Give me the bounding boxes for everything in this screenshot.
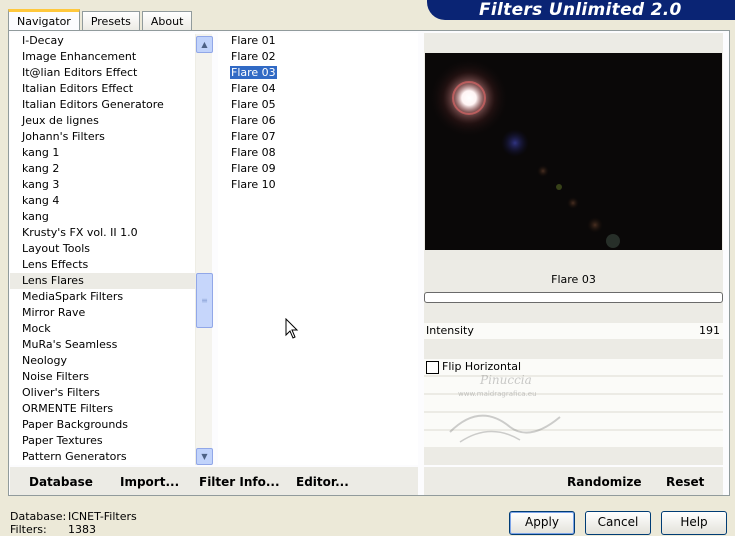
category-item[interactable]: kang 3 [10,177,195,193]
category-item[interactable]: MuRa's Seamless [10,337,195,353]
param-row-empty [424,431,723,447]
category-item[interactable]: kang 2 [10,161,195,177]
category-item[interactable]: Johann's Filters [10,129,195,145]
category-item[interactable]: Lens Flares [10,273,195,289]
filter-item-label: Flare 09 [231,162,276,175]
filter-info-button[interactable]: Filter Info... [199,475,280,489]
intensity-slider[interactable]: Intensity 191 [424,323,723,339]
preview-filter-title: Flare 03 [551,273,596,286]
editor-button[interactable]: Editor... [296,475,349,489]
filter-list[interactable]: Flare 01 Flare 02 Flare 03 Flare 04 Flare 05… [218,33,418,465]
category-list[interactable]: I-Decay Image Enhancement It@lian Editors … [10,33,195,465]
tab-navigator[interactable]: Navigator [8,9,80,31]
filter-item-label: Flare 10 [231,178,276,191]
filter-item[interactable]: Flare 05 [218,97,418,113]
category-item[interactable]: Mirror Rave [10,305,195,321]
preview-progress-bar [424,292,723,303]
category-item[interactable]: Italian Editors Effect [10,81,195,97]
category-item[interactable]: kang 4 [10,193,195,209]
param-row-empty [424,377,723,393]
database-label: Database: [10,510,67,523]
category-item[interactable]: Paper Textures [10,433,195,449]
filter-item-label: Flare 06 [231,114,276,127]
filter-item[interactable]: Flare 08 [218,145,418,161]
category-item[interactable]: Layout Tools [10,241,195,257]
tab-presets[interactable]: Presets [81,11,140,30]
filters-count-value: 1383 [68,523,96,536]
filters-count-label: Filters: [10,523,47,536]
flip-horizontal-row: Flip Horizontal [424,359,723,375]
filter-item[interactable]: Flare 04 [218,81,418,97]
apply-button[interactable]: Apply [509,511,575,535]
scroll-thumb[interactable]: ≡ [196,273,213,328]
filter-item-label: Flare 05 [231,98,276,111]
filter-item-label: Flare 02 [231,50,276,63]
category-item[interactable]: ORMENTE Filters [10,401,195,417]
category-item[interactable]: Krusty's FX vol. II 1.0 [10,225,195,241]
flip-horizontal-checkbox[interactable] [426,361,439,374]
preview-image [425,53,722,250]
flip-horizontal-label: Flip Horizontal [442,360,522,373]
app-banner: Filters Unlimited 2.0 [427,0,735,20]
cancel-button[interactable]: Cancel [585,511,651,535]
filter-item-label: Flare 07 [231,130,276,143]
tab-bar: Navigator Presets About [8,8,194,31]
category-item[interactable]: Oliver's Filters [10,385,195,401]
category-item[interactable]: Italian Editors Generatore [10,97,195,113]
reset-button[interactable]: Reset [666,475,704,489]
filter-item[interactable]: Flare 02 [218,49,418,65]
category-item[interactable]: Jeux de lignes [10,113,195,129]
filter-item[interactable]: Flare 01 [218,33,418,49]
scroll-up-arrow-icon[interactable]: ▲ [196,36,213,53]
category-item[interactable]: kang [10,209,195,225]
category-item[interactable]: Image Enhancement [10,49,195,65]
category-item[interactable]: Mock [10,321,195,337]
category-item[interactable]: I-Decay [10,33,195,49]
category-item[interactable]: MediaSpark Filters [10,289,195,305]
randomize-button[interactable]: Randomize [567,475,641,489]
filter-item[interactable]: Flare 03 [218,65,418,81]
filter-item-label: Flare 01 [231,34,276,47]
category-item[interactable]: Pattern Generators [10,449,195,465]
category-item[interactable]: Lens Effects [10,257,195,273]
filter-actions-bar: Database Import... Filter Info... Editor… [10,467,418,495]
lens-flare-render [429,58,620,248]
category-item[interactable]: Noise Filters [10,369,195,385]
database-button[interactable]: Database [29,475,93,489]
intensity-value: 191 [699,324,720,337]
help-button[interactable]: Help [661,511,727,535]
tab-about[interactable]: About [141,11,193,30]
category-item[interactable]: kang 1 [10,145,195,161]
import-button[interactable]: Import... [120,475,179,489]
filter-item[interactable]: Flare 07 [218,129,418,145]
scroll-down-arrow-icon[interactable]: ▼ [196,448,213,465]
filter-item[interactable]: Flare 10 [218,177,418,193]
category-item[interactable]: It@lian Editors Effect [10,65,195,81]
mouse-pointer-icon [285,318,299,339]
filter-item-label: Flare 08 [231,146,276,159]
filter-item[interactable]: Flare 09 [218,161,418,177]
intensity-label: Intensity [426,324,474,337]
category-item[interactable]: Paper Backgrounds [10,417,195,433]
param-row-empty [424,395,723,411]
preview-actions-bar: Randomize Reset [424,467,723,495]
category-item[interactable]: Neology [10,353,195,369]
database-value: ICNET-Filters [68,510,137,523]
database-info: Database: ICNET-Filters Filters: 1383 [10,510,137,536]
filter-item[interactable]: Flare 06 [218,113,418,129]
preview-panel: Flare 03 Intensity 191 Flip Horizontal [424,33,723,465]
param-row-empty [424,413,723,429]
filter-item-label: Flare 04 [231,82,276,95]
filter-item-label: Flare 03 [230,66,277,79]
category-scrollbar[interactable]: ▲ ≡ ▼ [195,34,213,465]
